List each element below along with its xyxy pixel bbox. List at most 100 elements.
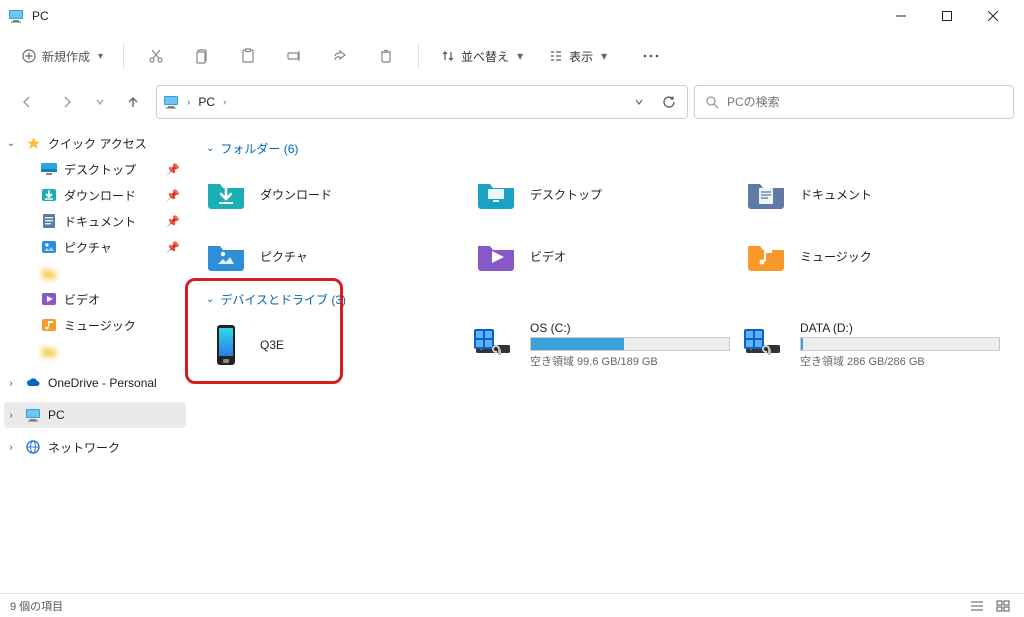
sidebar-item-label: デスクトップ (64, 161, 160, 178)
folder-item[interactable]: ダウンロード (200, 165, 466, 223)
view-button[interactable]: 表示 ▾ (539, 38, 617, 74)
document-icon (744, 172, 788, 216)
back-button[interactable] (10, 85, 44, 119)
cloud-icon (24, 374, 42, 392)
folder-name: ミュージック (800, 248, 1002, 265)
free-space-label: 空き領域 286 GB/286 GB (800, 353, 1002, 369)
close-button[interactable] (970, 0, 1016, 32)
desktop-icon (474, 172, 518, 216)
group-devices-header[interactable]: ⌄ デバイスとドライブ (3) (206, 291, 1014, 308)
sidebar: ⌄ クイック アクセス デスクトップ📌ダウンロード📌ドキュメント📌ピクチャ📌 ビ… (0, 124, 190, 593)
device-name: DATA (D:) (800, 321, 1002, 335)
search-input[interactable] (727, 95, 1003, 109)
sidebar-onedrive[interactable]: › OneDrive - Personal (4, 370, 186, 396)
maximize-button[interactable] (924, 0, 970, 32)
status-bar: 9 個の項目 (0, 593, 1024, 617)
address-row: › PC › (0, 80, 1024, 124)
folder-name: ドキュメント (800, 186, 1002, 203)
sidebar-item[interactable]: ドキュメント 📌 (4, 208, 186, 234)
pc-icon (8, 8, 24, 24)
sidebar-item[interactable]: デスクトップ📌 (4, 156, 186, 182)
up-button[interactable] (116, 85, 150, 119)
sort-button[interactable]: 並べ替え ▾ (431, 38, 533, 74)
rename-button[interactable] (274, 38, 314, 74)
breadcrumb-pc[interactable]: PC (198, 95, 215, 109)
sidebar-item[interactable]: ピクチャ📌 (4, 234, 186, 260)
video-icon (474, 234, 518, 278)
network-label: ネットワーク (48, 439, 182, 456)
folder-icon (40, 342, 58, 360)
sort-label: 並べ替え (461, 48, 509, 65)
folder-icon (40, 264, 58, 282)
folder-name: ビデオ (530, 248, 732, 265)
sidebar-item-label (64, 343, 182, 360)
new-button[interactable]: 新規作成 ▾ (14, 38, 111, 74)
view-label: 表示 (569, 48, 593, 65)
folder-item[interactable]: ミュージック (740, 227, 1006, 285)
document-icon (40, 212, 58, 230)
details-view-button[interactable] (966, 597, 988, 615)
folder-item[interactable]: ビデオ (470, 227, 736, 285)
chevron-down-icon: ⌄ (206, 294, 214, 305)
folder-item[interactable]: ピクチャ (200, 227, 466, 285)
sidebar-item-label: ミュージック (64, 317, 182, 334)
sidebar-item[interactable]: ビデオ (4, 286, 186, 312)
cut-button[interactable] (136, 38, 176, 74)
download-icon (204, 172, 248, 216)
capacity-bar (800, 337, 1000, 351)
tiles-view-button[interactable] (992, 597, 1014, 615)
chevron-right-icon[interactable]: › (223, 97, 226, 108)
sidebar-item-label: ドキュメント (64, 213, 160, 230)
pictures-icon (40, 238, 58, 256)
forward-button[interactable] (50, 85, 84, 119)
item-count-label: 9 個の項目 (10, 598, 63, 614)
toolbar: 新規作成 ▾ 並べ替え ▾ 表示 ▾ (0, 32, 1024, 80)
search-icon (705, 95, 719, 109)
device-drive[interactable]: DATA (D:) 空き領域 286 GB/286 GB (740, 316, 1006, 374)
sidebar-quick-access[interactable]: ⌄ クイック アクセス (4, 130, 186, 156)
pc-icon (24, 406, 42, 424)
search-box[interactable] (694, 85, 1014, 119)
sidebar-item[interactable]: ミュージック (4, 312, 186, 338)
sidebar-network[interactable]: › ネットワーク (4, 434, 186, 460)
sidebar-item-label: ビデオ (64, 291, 182, 308)
device-drive[interactable]: OS (C:)空き領域 99.6 GB/189 GB (470, 316, 736, 374)
folder-item[interactable]: ドキュメント (740, 165, 1006, 223)
chevron-down-icon: ⌄ (206, 143, 214, 154)
refresh-button[interactable] (657, 95, 681, 109)
capacity-bar (530, 337, 730, 351)
chevron-right-icon[interactable]: › (4, 378, 18, 389)
sidebar-thispc[interactable]: › PC (4, 402, 186, 428)
address-dropdown-button[interactable] (627, 97, 651, 107)
chevron-right-icon[interactable]: › (4, 410, 18, 421)
chevron-down-icon: ▾ (517, 49, 523, 63)
chevron-down-icon[interactable] (90, 85, 110, 119)
chevron-right-icon[interactable]: › (187, 97, 190, 108)
more-button[interactable] (631, 38, 671, 74)
pin-icon: 📌 (166, 189, 182, 202)
desktop-icon (40, 160, 58, 178)
pin-icon: 📌 (166, 215, 182, 228)
group-folders-header[interactable]: ⌄ フォルダー (6) (206, 140, 1014, 157)
chevron-right-icon[interactable]: › (4, 442, 18, 453)
sidebar-item[interactable] (4, 260, 186, 286)
share-button[interactable] (320, 38, 360, 74)
separator (418, 44, 419, 68)
folder-item[interactable]: デスクトップ (470, 165, 736, 223)
delete-button[interactable] (366, 38, 406, 74)
minimize-button[interactable] (878, 0, 924, 32)
sidebar-item[interactable]: ダウンロード📌 (4, 182, 186, 208)
breadcrumb-bar[interactable]: › PC › (156, 85, 688, 119)
music-icon (744, 234, 788, 278)
chevron-down-icon[interactable]: ⌄ (4, 138, 18, 149)
sidebar-item[interactable] (4, 338, 186, 364)
star-icon (24, 134, 42, 152)
music-icon (40, 316, 58, 334)
device-name: Q3E (260, 338, 462, 352)
device-phone[interactable]: Q3E (200, 316, 466, 374)
quick-access-label: クイック アクセス (48, 135, 182, 152)
drive-icon (744, 323, 788, 367)
folder-name: ダウンロード (260, 186, 462, 203)
paste-button[interactable] (228, 38, 268, 74)
copy-button[interactable] (182, 38, 222, 74)
